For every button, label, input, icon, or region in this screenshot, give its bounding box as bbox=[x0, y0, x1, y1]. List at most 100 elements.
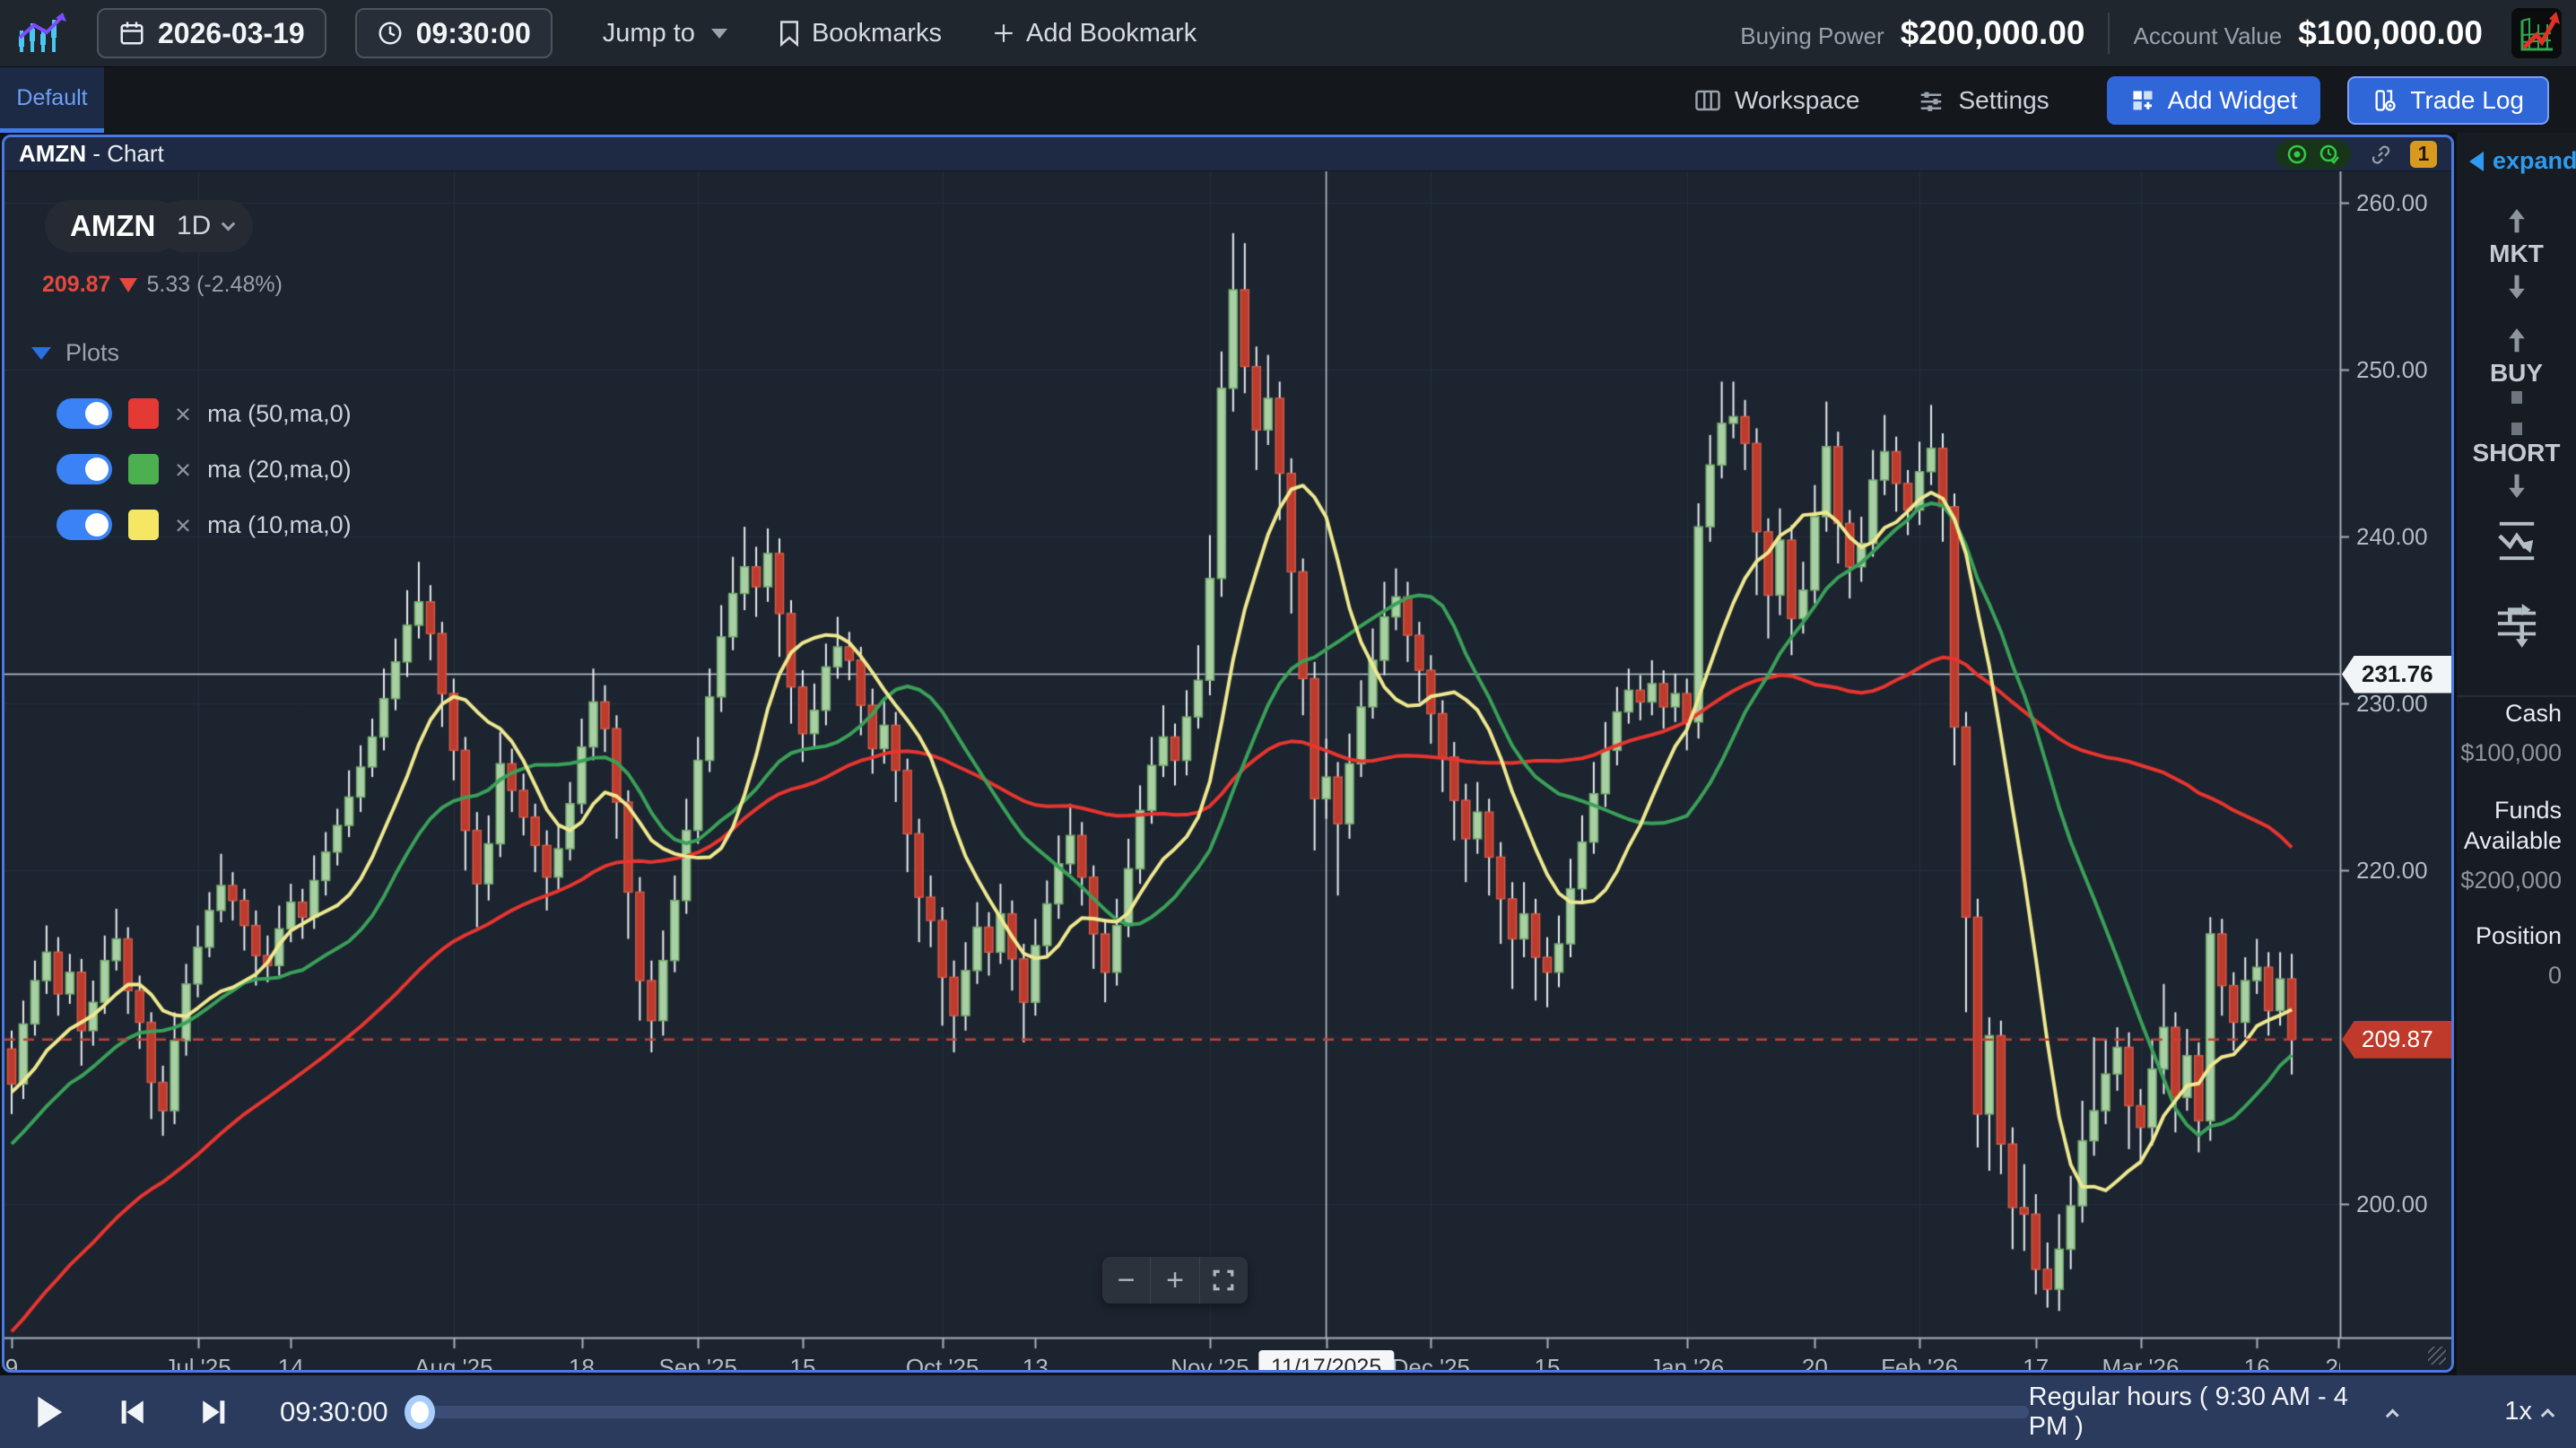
session-hours-dropdown[interactable]: Regular hours ( 9:30 AM - 4 PM ) bbox=[2029, 1383, 2398, 1442]
arrow-down-icon bbox=[2503, 272, 2530, 299]
play-icon bbox=[34, 1395, 65, 1429]
ma20-label: ma (20,ma,0) bbox=[207, 456, 352, 484]
app-logo-icon bbox=[16, 11, 68, 56]
order-levels-arrows-icon bbox=[2496, 599, 2537, 648]
square-icon bbox=[2511, 391, 2522, 404]
position-label: Position bbox=[2476, 922, 2562, 950]
link-icon[interactable] bbox=[2369, 143, 2392, 166]
plots-section-toggle[interactable]: Plots bbox=[31, 339, 119, 367]
plus-icon bbox=[992, 22, 1015, 45]
fullscreen-button[interactable] bbox=[1199, 1257, 1248, 1304]
ma10-visibility-toggle[interactable] bbox=[57, 510, 112, 540]
candlestick-chart-canvas[interactable] bbox=[4, 171, 2451, 1373]
date-value: 2026-03-19 bbox=[158, 17, 305, 50]
workspace-area: AMZN - Chart bbox=[0, 133, 2576, 1375]
workspace-button[interactable]: Workspace bbox=[1693, 86, 1860, 115]
funds-value: $200,000 bbox=[2460, 867, 2562, 894]
divider bbox=[2108, 13, 2110, 54]
replay-status-pill[interactable] bbox=[2276, 140, 2351, 169]
position-value: 0 bbox=[2548, 962, 2562, 990]
triangle-down-icon bbox=[31, 347, 51, 360]
cash-value: $100,000 bbox=[2460, 739, 2562, 767]
arrow-left-icon bbox=[2469, 152, 2484, 171]
account-value-label: Account Value bbox=[2133, 22, 2282, 50]
skip-start-icon bbox=[117, 1397, 147, 1427]
legend-row-ma50: × ma (50,ma,0) bbox=[57, 398, 352, 429]
playback-bar: 09:30:00 Regular hours ( 9:30 AM - 4 PM … bbox=[0, 1375, 2576, 1448]
jump-to-dropdown[interactable]: Jump to bbox=[603, 19, 727, 48]
time-value: 09:30:00 bbox=[416, 17, 531, 50]
y-axis-label: 250.00 bbox=[2356, 356, 2428, 384]
range-order-tool-button[interactable] bbox=[2457, 519, 2576, 563]
bookmarks-button[interactable]: Bookmarks bbox=[778, 19, 942, 48]
workspace-columns-icon bbox=[1693, 87, 1722, 114]
playback-slider[interactable] bbox=[408, 1406, 2029, 1418]
caret-down-icon bbox=[711, 29, 727, 39]
bracket-order-tool-button[interactable] bbox=[2457, 599, 2576, 648]
ma50-remove-icon[interactable]: × bbox=[175, 400, 191, 428]
y-axis-label: 240.00 bbox=[2356, 523, 2428, 551]
cash-label: Cash bbox=[2505, 700, 2562, 728]
legend-row-ma20: × ma (20,ma,0) bbox=[57, 454, 352, 484]
buy-button[interactable]: BUY bbox=[2457, 328, 2576, 404]
playback-slider-handle[interactable] bbox=[405, 1395, 435, 1429]
tab-default[interactable]: Default bbox=[0, 67, 104, 133]
y-axis-label: 200.00 bbox=[2356, 1191, 2428, 1218]
buying-power: Buying Power $200,000.00 bbox=[1740, 14, 2084, 52]
settings-sliders-icon bbox=[1917, 87, 1945, 114]
trade-log-button[interactable]: Trade Log bbox=[2347, 76, 2549, 125]
add-widget-icon bbox=[2130, 88, 2155, 113]
chart-area: AMZN 1D 209.87 5.33 (-2.48%) Plots × ma … bbox=[4, 171, 2451, 1370]
settings-button[interactable]: Settings bbox=[1917, 86, 2049, 115]
panel-resize-handle[interactable] bbox=[2428, 1347, 2446, 1365]
add-bookmark-button[interactable]: Add Bookmark bbox=[992, 19, 1197, 48]
ma20-remove-icon[interactable]: × bbox=[175, 456, 191, 484]
expand-sidebar-button[interactable]: expand bbox=[2469, 147, 2576, 175]
crosshair-price-badge: 231.76 bbox=[2342, 656, 2454, 693]
y-axis-label: 220.00 bbox=[2356, 857, 2428, 885]
chart-panel-header[interactable]: AMZN - Chart bbox=[4, 137, 2451, 171]
last-price-badge: 209.87 bbox=[2342, 1021, 2454, 1059]
ma10-color-swatch[interactable] bbox=[128, 510, 159, 540]
record-icon bbox=[2286, 144, 2308, 165]
calendar-icon bbox=[118, 20, 145, 47]
date-picker-button[interactable]: 2026-03-19 bbox=[97, 8, 326, 58]
brand-logo-icon bbox=[2511, 8, 2562, 58]
clock-icon bbox=[377, 20, 404, 47]
chevron-down-icon bbox=[222, 216, 236, 231]
arrow-up-icon bbox=[2503, 209, 2530, 236]
timeframe-dropdown[interactable]: 1D bbox=[157, 200, 253, 252]
price-range-chart-icon bbox=[2496, 519, 2537, 563]
ma50-color-swatch[interactable] bbox=[128, 398, 159, 429]
last-price-text: 209.87 bbox=[42, 272, 110, 298]
ma10-remove-icon[interactable]: × bbox=[175, 511, 191, 539]
funds-label-line1: Funds bbox=[2494, 797, 2562, 824]
ma50-label: ma (50,ma,0) bbox=[207, 400, 352, 428]
chart-widget-panel: AMZN - Chart bbox=[2, 135, 2454, 1373]
arrow-up-icon bbox=[2503, 328, 2530, 355]
ma50-visibility-toggle[interactable] bbox=[57, 398, 112, 429]
zoom-out-button[interactable]: − bbox=[1102, 1257, 1150, 1304]
chevron-up-icon bbox=[2386, 1409, 2399, 1422]
fullscreen-icon bbox=[1212, 1269, 1235, 1292]
playback-speed-dropdown[interactable]: 1x bbox=[2504, 1397, 2553, 1426]
ma20-visibility-toggle[interactable] bbox=[57, 454, 112, 484]
zoom-in-button[interactable]: + bbox=[1150, 1257, 1198, 1304]
zoom-controls: − + bbox=[1102, 1257, 1248, 1304]
crosshair-date-tooltip: 11/17/2025 bbox=[1258, 1350, 1394, 1373]
add-widget-button[interactable]: Add Widget bbox=[2107, 76, 2321, 125]
link-group-badge[interactable]: 1 bbox=[2410, 141, 2437, 168]
time-picker-button[interactable]: 09:30:00 bbox=[355, 8, 553, 58]
play-button[interactable] bbox=[34, 1395, 65, 1429]
short-button[interactable]: SHORT bbox=[2457, 423, 2576, 498]
price-readout: 209.87 5.33 (-2.48%) bbox=[42, 272, 283, 298]
trade-log-icon bbox=[2372, 88, 2398, 113]
skip-end-icon bbox=[199, 1397, 230, 1427]
ma20-color-swatch[interactable] bbox=[128, 454, 159, 484]
down-arrow-icon bbox=[119, 278, 137, 292]
market-order-button[interactable]: MKT bbox=[2457, 209, 2576, 299]
chart-panel-title: AMZN - Chart bbox=[19, 140, 164, 168]
ma10-label: ma (10,ma,0) bbox=[207, 511, 352, 539]
step-forward-button[interactable] bbox=[199, 1397, 230, 1427]
step-back-button[interactable] bbox=[117, 1397, 147, 1427]
